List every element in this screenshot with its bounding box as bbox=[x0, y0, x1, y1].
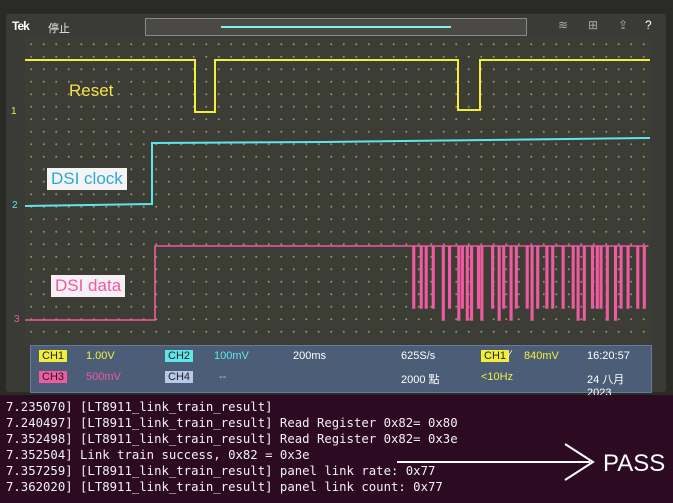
ch1-scale: 1.00V bbox=[86, 350, 115, 362]
ch2-badge[interactable]: CH2 bbox=[165, 350, 194, 362]
dsi-data-label: DSI data bbox=[51, 275, 126, 297]
brand-logo: Tek bbox=[12, 19, 30, 33]
ch4-badge[interactable]: CH4 bbox=[165, 371, 194, 383]
ch3-badge[interactable]: CH3 bbox=[39, 371, 68, 383]
reset-label: Reset bbox=[69, 81, 114, 100]
sample-rate: 625S/s bbox=[401, 350, 436, 362]
ch1-badge[interactable]: CH1 bbox=[39, 350, 68, 362]
rising-edge-icon: ∕ bbox=[509, 349, 511, 361]
ch1-marker[interactable]: 1 bbox=[11, 106, 17, 117]
clock-time: 16:20:57 bbox=[587, 350, 630, 362]
ch3-scale: 500mV bbox=[86, 371, 121, 383]
log-line: 7.235070] [LT8911_link_train_result] bbox=[6, 400, 273, 414]
dsi-clock-label: DSI clock bbox=[47, 168, 127, 190]
trigger-frequency: <10Hz bbox=[481, 371, 514, 383]
arrow-annotation bbox=[397, 443, 595, 481]
trigger-source[interactable]: CH1 bbox=[481, 350, 510, 362]
timebase[interactable]: 200ms bbox=[293, 350, 326, 362]
waveform-overview[interactable] bbox=[145, 18, 527, 36]
trigger-level: 840mV bbox=[524, 350, 559, 362]
wifi-icon[interactable]: ≋ bbox=[558, 18, 568, 32]
scope-top-bar: Tek 停止 ≋ ⊞ ⇪ ? bbox=[8, 16, 663, 36]
record-length: 2000 點 bbox=[401, 374, 440, 386]
waveform-display: Reset DSI clock DSI data bbox=[25, 38, 650, 343]
network-icon[interactable]: ⊞ bbox=[588, 18, 598, 32]
ch1-waveform bbox=[25, 59, 650, 113]
run-state[interactable]: 停止 bbox=[48, 20, 70, 36]
status-bar: CH1 1.00V CH2 100mV CH3 500mV CH4 -- 200… bbox=[30, 345, 652, 399]
pass-annotation: PASS bbox=[603, 450, 666, 477]
log-line: 7.240497] [LT8911_link_train_result] Rea… bbox=[6, 416, 458, 431]
export-icon[interactable]: ⇪ bbox=[618, 18, 628, 32]
help-icon[interactable]: ? bbox=[645, 18, 652, 32]
oscilloscope: Tek 停止 ≋ ⊞ ⇪ ? Reset DSI clock DSI data … bbox=[0, 0, 673, 399]
ch3-marker[interactable]: 3 bbox=[14, 314, 20, 325]
ch2-marker[interactable]: 2 bbox=[12, 200, 18, 211]
ch2-scale: 100mV bbox=[214, 350, 249, 362]
ch4-scale: -- bbox=[219, 371, 227, 383]
